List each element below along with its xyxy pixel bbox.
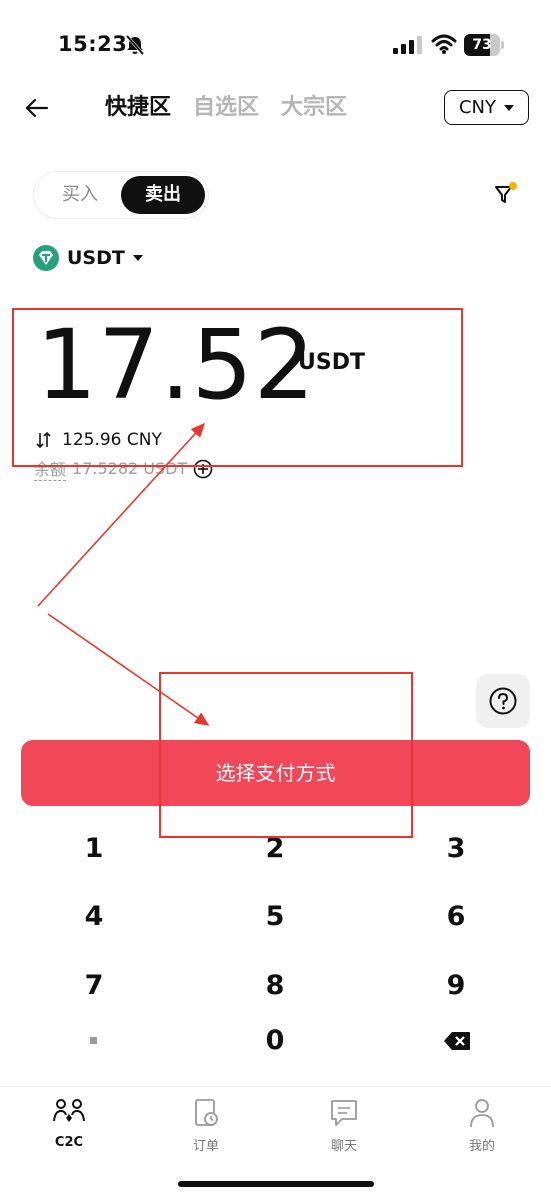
nav-label-chat: 聊天	[330, 1139, 357, 1154]
profile-icon	[470, 1099, 494, 1128]
nav-profile[interactable]: 我的	[442, 1097, 522, 1154]
buy-option[interactable]: 买入	[38, 176, 122, 214]
key-9[interactable]: 9	[411, 961, 501, 1011]
key-decimal[interactable]	[90, 1037, 97, 1044]
tab-quick[interactable]: 快捷区	[105, 92, 171, 124]
chat-icon	[331, 1100, 357, 1126]
back-arrow-icon[interactable]	[24, 95, 50, 121]
currency-select[interactable]: CNY	[444, 90, 529, 125]
c2c-icon	[53, 1099, 85, 1122]
key-7[interactable]: 7	[49, 961, 139, 1011]
currency-label: CNY	[458, 97, 497, 118]
market-tabs: 快捷区 自选区 大宗区	[105, 92, 347, 124]
key-0[interactable]: 0	[230, 1016, 320, 1066]
order-icon	[195, 1099, 218, 1126]
key-3[interactable]: 3	[411, 824, 501, 874]
nav-label-profile: 我的	[468, 1139, 495, 1154]
nav-c2c[interactable]: C2C	[29, 1097, 109, 1150]
coin-label: USDT	[67, 247, 125, 269]
tab-favorites[interactable]: 自选区	[193, 92, 259, 124]
key-8[interactable]: 8	[230, 961, 320, 1011]
key-4[interactable]: 4	[49, 892, 139, 942]
battery-indicator: 73	[464, 34, 504, 56]
backspace-icon[interactable]	[443, 1031, 471, 1051]
help-button[interactable]	[476, 674, 530, 728]
bell-muted-icon	[125, 35, 145, 55]
nav-label-c2c: C2C	[54, 1135, 84, 1150]
nav-chat[interactable]: 聊天	[304, 1097, 384, 1154]
filter-icon[interactable]	[494, 182, 518, 206]
tab-bulk[interactable]: 大宗区	[281, 92, 347, 124]
key-6[interactable]: 6	[411, 892, 501, 942]
sell-option[interactable]: 卖出	[121, 176, 205, 214]
annotation-box-button	[159, 672, 413, 838]
battery-percent: 73	[472, 37, 492, 53]
buy-sell-toggle: 买入 卖出	[33, 171, 209, 219]
status-time: 15:23	[58, 32, 128, 56]
coin-selector[interactable]: USDT	[33, 245, 143, 271]
caret-down-icon	[504, 104, 515, 111]
key-1[interactable]: 1	[49, 824, 139, 874]
usdt-coin-icon	[33, 245, 59, 271]
question-icon	[489, 687, 517, 715]
signal-icon	[393, 36, 422, 54]
caret-down-icon	[132, 255, 143, 261]
home-indicator	[178, 1181, 374, 1187]
annotation-box-amount	[12, 308, 463, 467]
nav-orders[interactable]: 订单	[166, 1097, 246, 1154]
nav-label-orders: 订单	[192, 1139, 219, 1154]
key-5[interactable]: 5	[230, 892, 320, 942]
wifi-icon	[431, 34, 457, 54]
